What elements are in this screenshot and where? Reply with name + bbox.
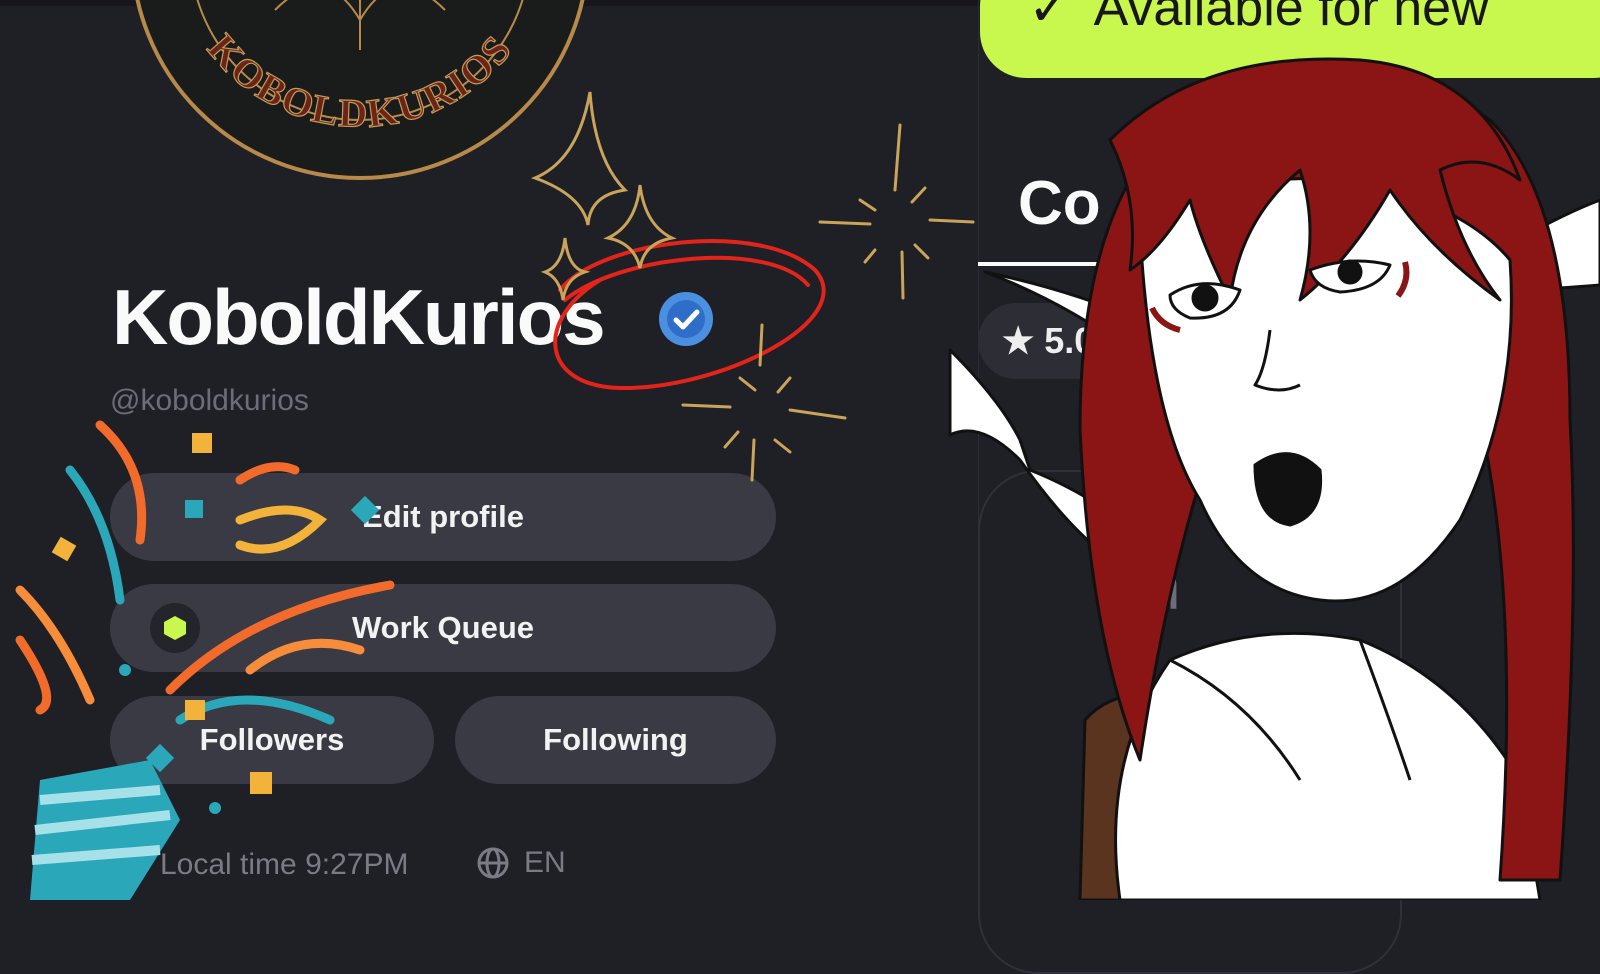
- work-queue-label: Work Queue: [351, 610, 535, 645]
- rating-pill[interactable]: ★ 5.0: [978, 303, 1138, 379]
- language-label: EN: [524, 846, 566, 879]
- edit-profile-label: Edit profile: [362, 499, 524, 534]
- display-name: KoboldKurios: [112, 273, 606, 361]
- local-time: Local time 9:27PM: [160, 848, 408, 882]
- work-queue-button[interactable]: Work Queue: [110, 584, 776, 672]
- globe-icon: [477, 847, 509, 879]
- verified-badge-icon: [659, 292, 713, 346]
- edit-profile-button[interactable]: Edit profile: [110, 473, 776, 561]
- local-time-label: Local time 9:27PM: [160, 848, 409, 881]
- star-icon: ★: [1002, 320, 1035, 361]
- availability-badge[interactable]: ✓ Available for new: [980, 0, 1600, 78]
- check-icon: ✓: [1028, 0, 1072, 37]
- service-card[interactable]: [978, 470, 1402, 974]
- work-queue-icon: [150, 603, 200, 653]
- tab-underline: [978, 262, 1138, 266]
- user-handle: @koboldkurios: [110, 384, 309, 417]
- tab-active[interactable]: Co: [1018, 168, 1101, 239]
- followers-label: Followers: [199, 722, 345, 757]
- rating-value: 5.0: [1044, 320, 1095, 361]
- availability-label: Available for new: [1093, 0, 1489, 37]
- language-selector[interactable]: EN: [476, 846, 566, 880]
- following-label: Following: [543, 722, 688, 757]
- following-button[interactable]: Following: [455, 696, 776, 784]
- followers-button[interactable]: Followers: [110, 696, 434, 784]
- profile-logo: KOBOLDKURIOS: [135, 0, 585, 180]
- service-card-title: Sh: [1100, 549, 1181, 623]
